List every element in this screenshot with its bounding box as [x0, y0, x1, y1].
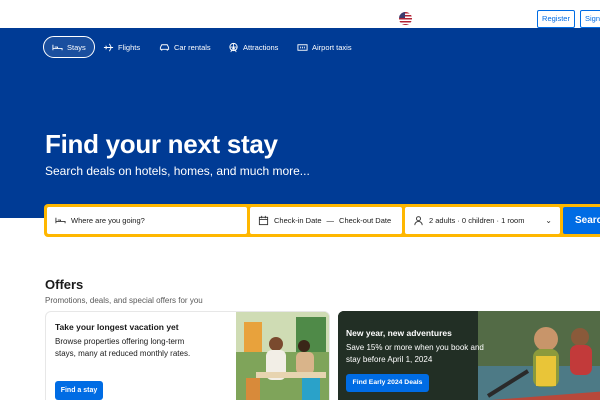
destination-field[interactable]: Where are you going? [47, 207, 247, 234]
top-bar: Booking.com AMD ? List your property Reg… [0, 0, 600, 38]
person-icon [414, 216, 423, 226]
calendar-icon [258, 215, 269, 226]
offer-card-body: Browse properties offering long-term sta… [55, 337, 191, 358]
offers-heading: Offers [45, 277, 84, 292]
sign-in-button[interactable]: Sign [580, 10, 600, 28]
taxi-icon [297, 43, 308, 51]
tab-car-rentals-label: Car rentals [174, 42, 211, 52]
date-separator: — [326, 216, 335, 225]
search-bar: Where are you going? Check-in Date — Che… [44, 204, 600, 237]
search-button[interactable]: Search [563, 207, 600, 234]
offer-card-title: Take your longest vacation yet [55, 322, 179, 332]
product-nav: Stays Flights Car rentals Attractions Ai… [0, 36, 600, 60]
tab-stays-label: Stays [67, 42, 86, 52]
checkout-label: Check-out Date [339, 216, 392, 225]
destination-placeholder: Where are you going? [71, 216, 145, 225]
bed-icon [52, 44, 63, 50]
dining-photo [236, 312, 329, 400]
tab-attractions-label: Attractions [243, 42, 279, 52]
plane-icon [103, 43, 114, 51]
tab-attractions[interactable]: Attractions [228, 36, 278, 58]
register-button[interactable]: Register [537, 10, 575, 28]
checkin-label: Check-in Date [274, 216, 322, 225]
offer-card-body: Save 15% or more when you book and stay … [346, 343, 484, 364]
currency-selector[interactable]: AMD [363, 14, 382, 24]
offers-subheading: Promotions, deals, and special offers fo… [45, 296, 203, 305]
ferris-wheel-icon [229, 42, 238, 52]
offer-card-title: New year, new adventures [346, 328, 452, 338]
list-your-property-link[interactable]: List your property [458, 14, 531, 24]
tab-stays[interactable]: Stays [43, 36, 95, 58]
tab-flights[interactable]: Flights [103, 36, 140, 58]
tab-flights-label: Flights [118, 42, 141, 52]
occupancy-field[interactable]: 2 adults · 0 children · 1 room ⌄ [405, 207, 560, 234]
bed-icon [55, 217, 66, 224]
hero-subline: Search deals on hotels, homes, and much … [45, 164, 310, 178]
us-flag-icon[interactable] [399, 12, 412, 25]
new-year-offer-card: New year, new adventures Save 15% or mor… [338, 311, 600, 400]
find-early-2024-deals-button[interactable]: Find Early 2024 Deals [346, 374, 429, 392]
car-icon [159, 43, 170, 51]
help-icon[interactable]: ? [429, 12, 441, 24]
hero-headline: Find your next stay [45, 129, 278, 159]
chevron-down-icon: ⌄ [545, 216, 552, 225]
long-stay-offer-card: Take your longest vacation yet Browse pr… [45, 311, 330, 400]
booking-logo[interactable]: Booking.com [51, 11, 131, 26]
tab-airport-taxis-label: Airport taxis [312, 42, 352, 52]
tab-airport-taxis[interactable]: Airport taxis [297, 36, 352, 58]
find-a-stay-button[interactable]: Find a stay [55, 381, 103, 400]
occupancy-value: 2 adults · 0 children · 1 room [429, 216, 525, 225]
tab-car-rentals[interactable]: Car rentals [159, 36, 211, 58]
date-range-field[interactable]: Check-in Date — Check-out Date [250, 207, 402, 234]
